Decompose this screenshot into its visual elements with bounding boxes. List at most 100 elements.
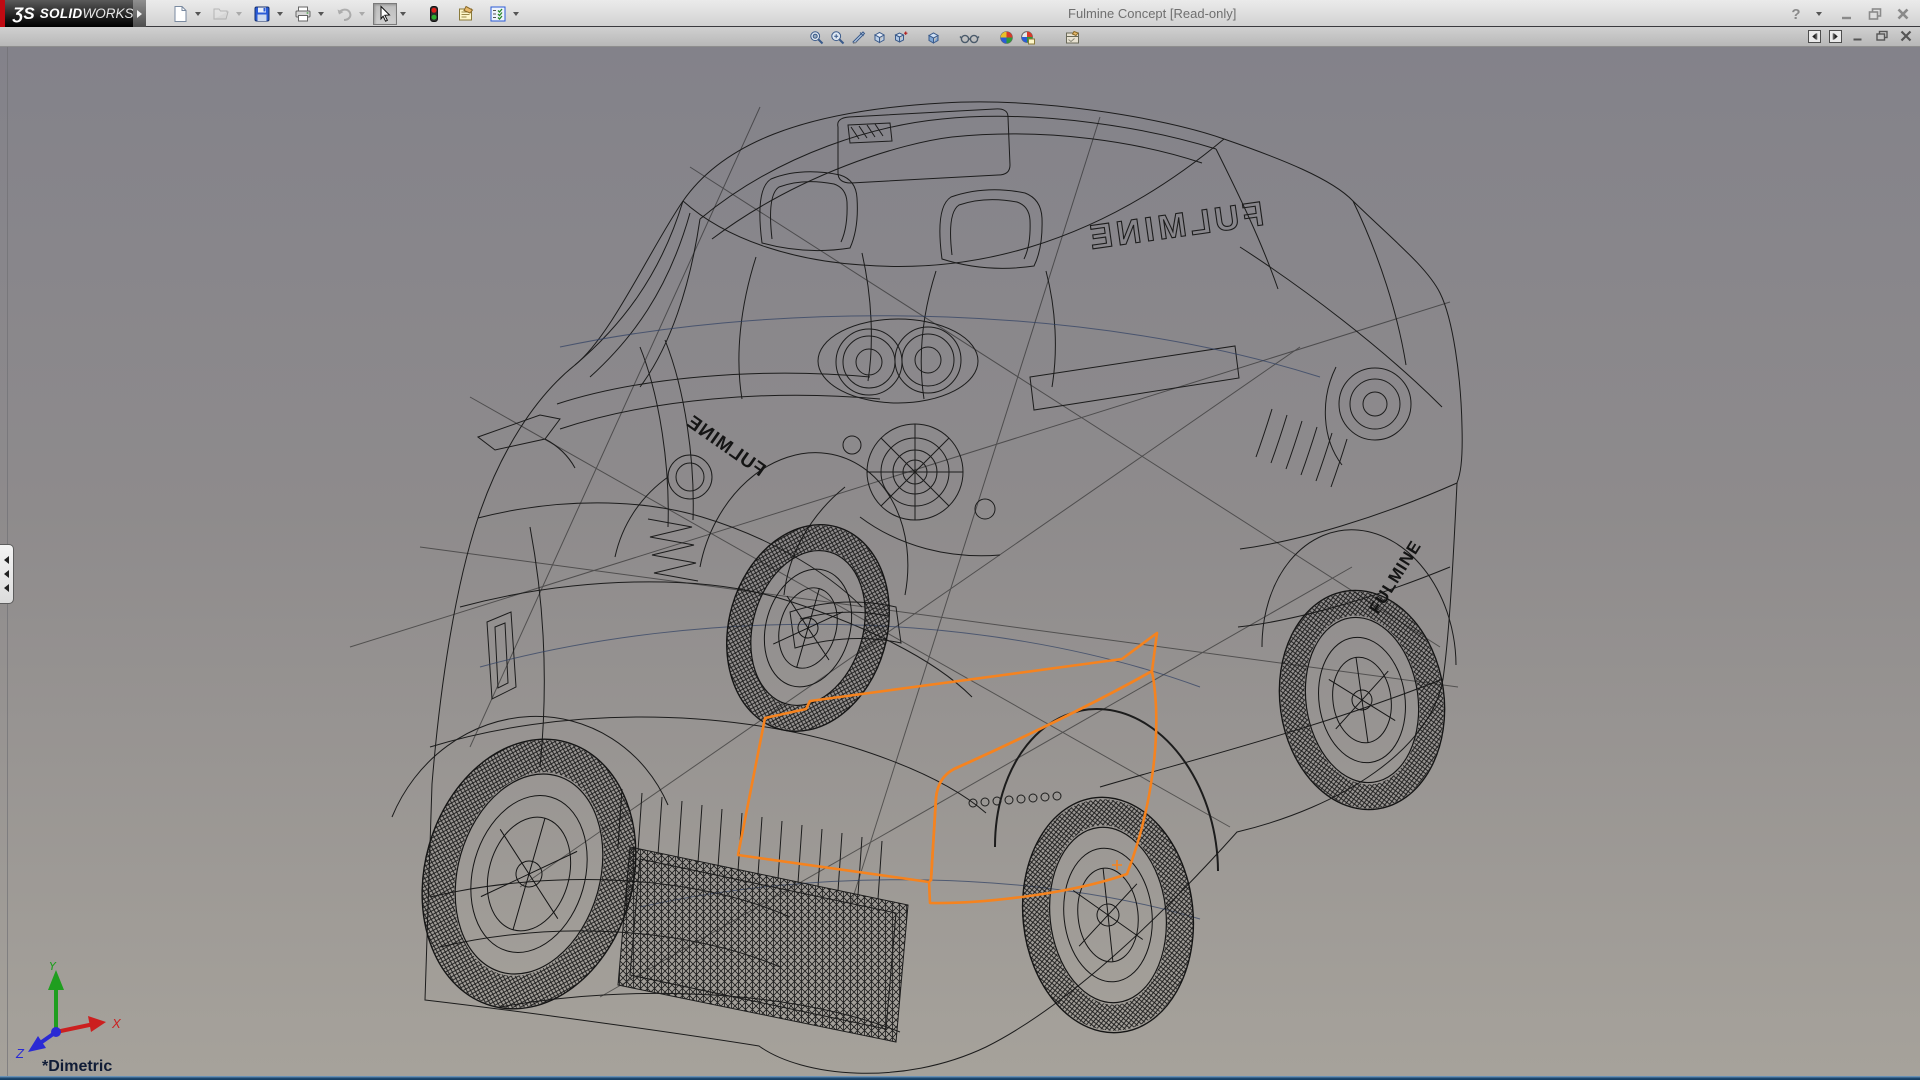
pane-left-arrow-icon	[1812, 32, 1818, 40]
collapse-arrow-icon	[4, 556, 9, 564]
stoplight-icon	[430, 5, 438, 22]
print-dropdown[interactable]	[315, 3, 326, 25]
minimize-document-button[interactable]	[1850, 29, 1866, 43]
open-icon	[213, 8, 229, 19]
hide-show-items-icon	[959, 34, 980, 43]
selected-sketch-contour[interactable]	[736, 631, 1159, 905]
3ds-logo-mark: ƷS	[13, 3, 35, 23]
pane-right-arrow-icon	[1832, 32, 1838, 40]
document-window-controls	[1808, 29, 1914, 43]
collapse-arrow-icon	[4, 570, 9, 578]
collapse-left-pane-button[interactable]	[1808, 29, 1821, 43]
save-dropdown[interactable]	[274, 3, 285, 25]
edit-appearance-button[interactable]	[996, 28, 1017, 46]
view-orientation-button[interactable]	[869, 28, 890, 46]
graphics-area[interactable]: FULMINE FULMINE FULMINE Y X Z *Dimetric	[0, 47, 1920, 1076]
restore-button[interactable]	[1864, 4, 1886, 24]
reference-triad: Y X Z	[15, 962, 122, 1061]
zoom-to-fit-icon	[810, 30, 824, 44]
minimize-document-icon	[1853, 38, 1862, 41]
close-icon	[1897, 8, 1909, 20]
window-controls: ?	[1785, 3, 1914, 25]
open-dropdown[interactable]	[233, 3, 244, 25]
minimize-button[interactable]	[1836, 4, 1858, 24]
view-orientation-icon	[873, 31, 886, 43]
apply-scene-button[interactable]	[1017, 28, 1038, 46]
help-button[interactable]: ?	[1785, 4, 1807, 24]
undo-icon	[337, 8, 352, 21]
open-button[interactable]	[209, 3, 233, 25]
display-style-button[interactable]	[890, 28, 911, 46]
badge-rear: FULMINE	[1084, 195, 1267, 258]
design-checker-icon	[490, 6, 506, 21]
badge-side-left: FULMINE	[682, 411, 769, 481]
rear-left-wheel	[726, 524, 890, 732]
headsup-view-toolbar	[806, 28, 1083, 46]
title-bar: ƷS SOLID WORKS Fulmine Concept [Read-onl…	[0, 0, 1920, 27]
restore-document-button[interactable]	[1874, 29, 1890, 43]
rear-right-wheel	[1278, 589, 1446, 811]
solidworks-window: ƷS SOLID WORKS Fulmine Concept [Read-onl…	[0, 0, 1920, 1080]
triad-z-label: Z	[15, 1046, 25, 1061]
logo-works: WORKS	[82, 6, 134, 21]
undo-dropdown[interactable]	[356, 3, 367, 25]
help-dropdown[interactable]	[1813, 3, 1824, 25]
save-icon	[254, 6, 270, 21]
restore-document-icon	[1876, 30, 1888, 41]
close-document-button[interactable]	[1898, 29, 1914, 43]
save-button[interactable]	[250, 3, 274, 25]
note-icon	[459, 5, 474, 20]
solidworks-logo: ƷS SOLID WORKS	[5, 0, 134, 27]
display-style-shaded-button[interactable]	[923, 28, 944, 46]
view-settings-button[interactable]	[1062, 28, 1083, 46]
new-document-button[interactable]	[168, 3, 192, 25]
wireframe-car-model: FULMINE FULMINE FULMINE	[349, 101, 1463, 1074]
view-toolbar-row	[0, 27, 1920, 47]
select-dropdown[interactable]	[397, 3, 408, 25]
close-button[interactable]	[1892, 4, 1914, 24]
print-icon	[295, 6, 311, 21]
help-icon: ?	[1791, 5, 1801, 23]
new-dropdown[interactable]	[192, 3, 203, 25]
triad-x-arrowhead	[88, 1016, 106, 1032]
feature-manager-collapse-tab[interactable]	[0, 544, 14, 604]
select-tool-button[interactable]	[373, 2, 397, 25]
front-right-wheel	[1021, 796, 1195, 1034]
zoom-to-area-icon	[831, 30, 845, 44]
close-document-icon	[1900, 30, 1912, 42]
undo-button[interactable]	[332, 3, 356, 25]
annotation-note-button[interactable]	[454, 3, 478, 25]
design-checker-dropdown[interactable]	[510, 3, 521, 25]
triad-y-label: Y	[48, 962, 58, 973]
logo-solid: SOLID	[39, 6, 83, 21]
apply-scene-icon	[1021, 30, 1035, 44]
display-style-shaded-icon	[927, 31, 940, 44]
rebuild-stoplight-button[interactable]	[422, 3, 446, 25]
restore-icon	[1868, 8, 1882, 20]
window-title: Fulmine Concept [Read-only]	[1068, 6, 1237, 21]
print-button[interactable]	[291, 3, 315, 25]
select-cursor-icon	[380, 4, 391, 22]
view-settings-icon	[1066, 30, 1079, 43]
main-toolbar	[168, 2, 527, 25]
section-view-icon	[852, 30, 866, 44]
flyout-arrow-icon	[137, 9, 142, 18]
new-document-icon	[174, 5, 187, 22]
triad-y-arrowhead	[48, 970, 64, 990]
section-view-button[interactable]	[848, 28, 869, 46]
display-style-icon	[894, 31, 908, 43]
hide-show-items-button[interactable]	[956, 28, 984, 46]
view-orientation-label: *Dimetric	[42, 1058, 113, 1075]
edit-appearance-icon	[1000, 30, 1013, 44]
zoom-to-area-button[interactable]	[827, 28, 848, 46]
menu-flyout-arrow[interactable]	[133, 0, 146, 27]
status-bar-edge	[0, 1076, 1920, 1080]
design-checker-button[interactable]	[486, 3, 510, 25]
triad-z-arrowhead	[28, 1036, 46, 1052]
triad-x-label: X	[111, 1016, 122, 1031]
expand-right-pane-button[interactable]	[1829, 29, 1842, 43]
front-grille-mesh	[617, 846, 909, 1043]
collapse-arrow-icon	[4, 584, 9, 592]
zoom-to-fit-button[interactable]	[806, 28, 827, 46]
minimize-icon	[1842, 16, 1851, 20]
